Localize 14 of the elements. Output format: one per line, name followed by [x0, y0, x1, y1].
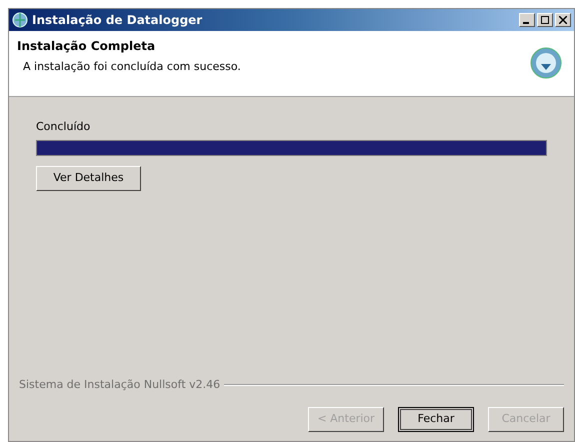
installer-branding: Sistema de Instalação Nullsoft v2.46	[19, 376, 220, 392]
close-button[interactable]	[555, 13, 571, 27]
window-title: Instalação de Datalogger	[32, 12, 202, 29]
dialog-button[interactable]: Fechar	[398, 407, 474, 432]
maximize-icon	[541, 16, 549, 24]
installer-icon	[530, 47, 562, 79]
globe-icon	[12, 12, 28, 28]
close-icon	[559, 16, 567, 24]
header-subtitle: A instalação foi concluída com sucesso.	[22, 59, 241, 75]
header-title: Instalação Completa	[17, 38, 156, 55]
minimize-button[interactable]	[519, 13, 535, 27]
maximize-button[interactable]	[537, 13, 553, 27]
details-button[interactable]: Ver Detalhes	[36, 166, 141, 190]
progress-label: Concluído	[36, 119, 92, 135]
